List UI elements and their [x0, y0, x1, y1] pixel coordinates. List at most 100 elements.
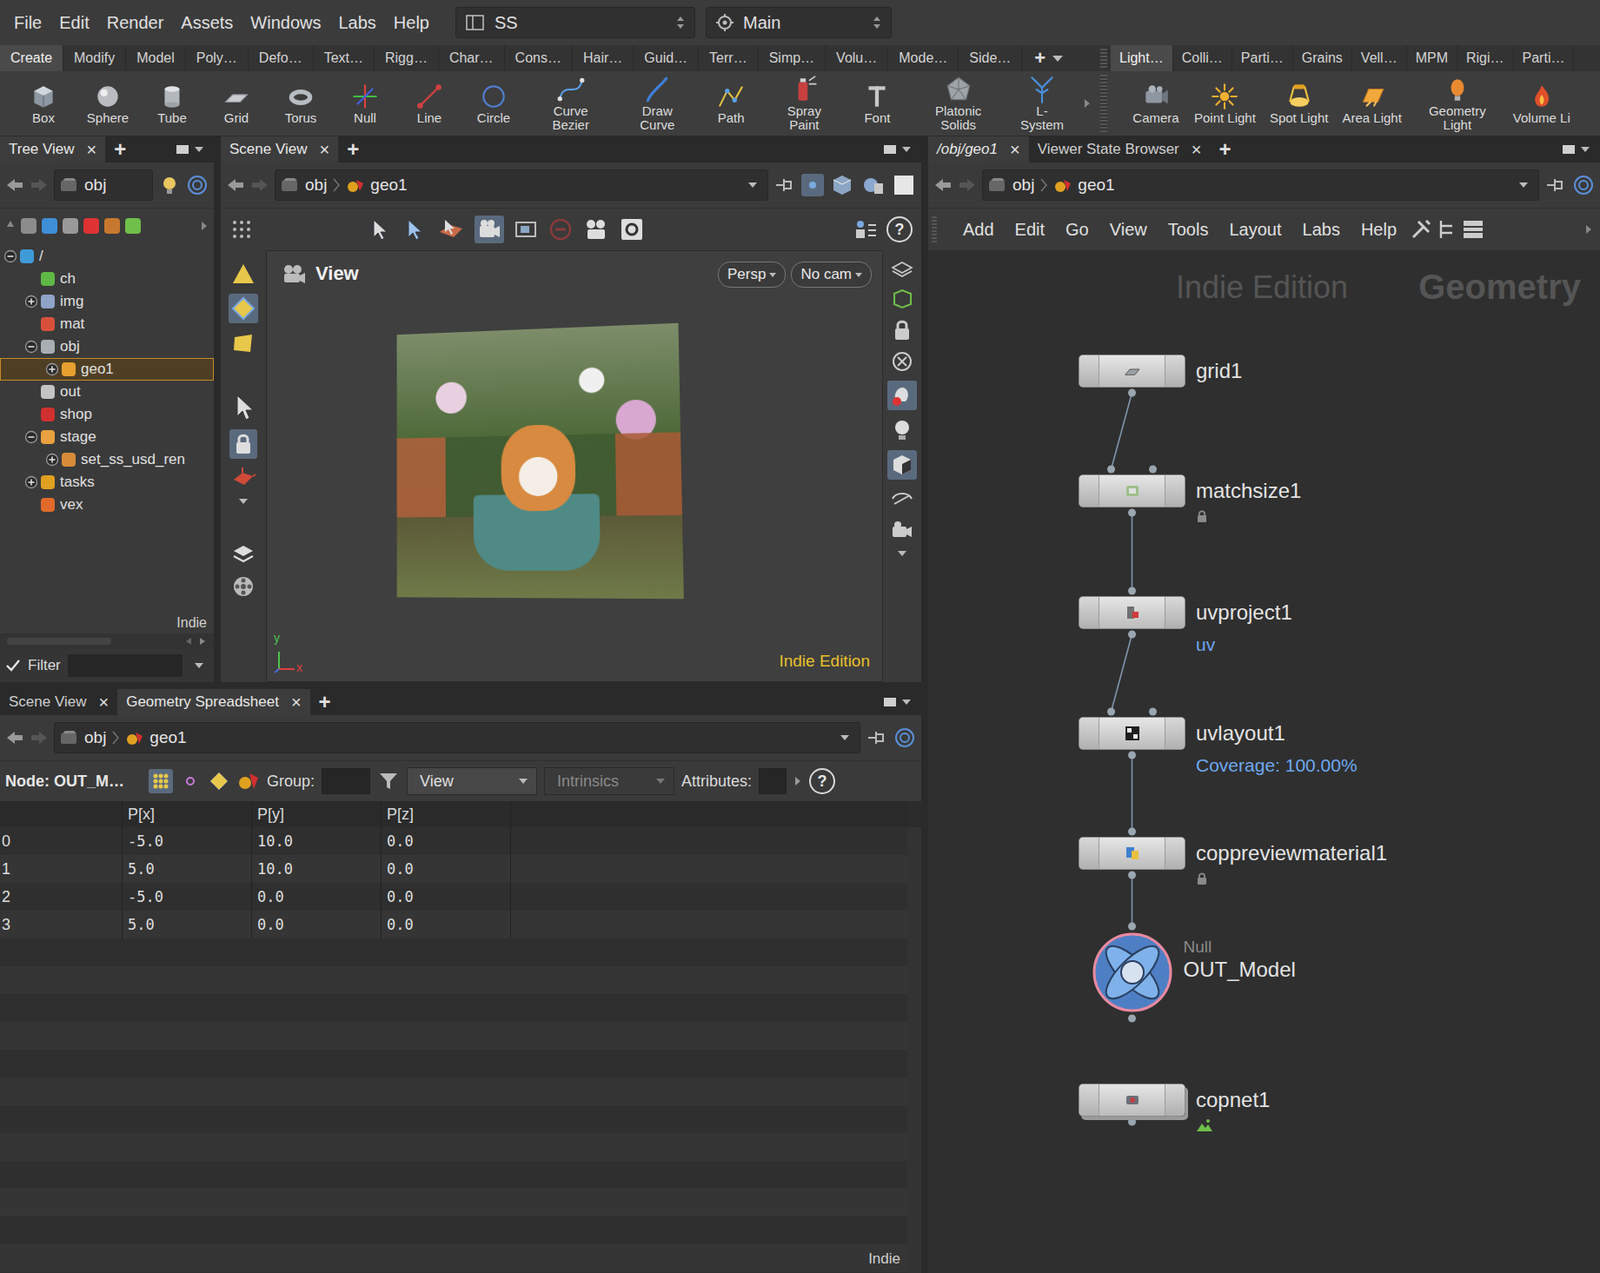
shelf-tab[interactable]: Light…	[1110, 45, 1174, 72]
menu-item[interactable]: Edit	[1006, 219, 1054, 240]
pane-tab[interactable]: Geometry Spreadsheet×	[117, 689, 310, 716]
shelf-tab[interactable]: Cons…	[504, 45, 573, 72]
maximize-icon[interactable]	[882, 696, 897, 709]
column-header[interactable]: P[z]	[381, 801, 512, 828]
horizontal-scrollbar[interactable]	[0, 633, 214, 650]
collapse-icon[interactable]	[24, 430, 39, 445]
input-connector[interactable]	[1148, 708, 1157, 717]
shelf-tool[interactable]: Path	[704, 81, 757, 127]
path-field[interactable]: objgeo1	[53, 722, 861, 754]
add-shelf-button[interactable]: +	[1022, 45, 1053, 72]
lock-camera-icon[interactable]	[890, 318, 914, 343]
lighting-icon[interactable]	[889, 417, 915, 444]
shelf-tab[interactable]: Mode…	[888, 45, 959, 72]
shelf-tool[interactable]: Volume Li	[1511, 81, 1573, 127]
forward-icon[interactable]	[250, 176, 270, 194]
pane-splitter[interactable]	[213, 136, 221, 683]
flipbook-icon[interactable]	[582, 216, 611, 243]
add-tab-button[interactable]: +	[310, 689, 340, 716]
shelf-tool[interactable]: Null	[338, 81, 392, 127]
menu-item[interactable]: File	[5, 13, 51, 34]
shelf-tab[interactable]: Parti…	[1513, 45, 1575, 72]
desktop-selector[interactable]: SS	[455, 6, 696, 39]
input-connector[interactable]	[1128, 587, 1136, 596]
network-node[interactable]: uvproject1uv	[1078, 596, 1293, 656]
shelf-tab[interactable]: Side…	[958, 45, 1023, 72]
settings-icon[interactable]	[618, 216, 645, 243]
shelf-tab[interactable]: Defo…	[248, 45, 314, 72]
expand-toolbar-icon[interactable]	[793, 775, 803, 788]
background-icon[interactable]	[891, 172, 917, 198]
close-tab-button[interactable]: ×	[1009, 139, 1021, 160]
bypass-flag[interactable]	[1079, 837, 1100, 870]
path-field[interactable]: objgeo1	[274, 169, 769, 201]
shelf-tab[interactable]: Model	[126, 45, 186, 72]
node-box[interactable]	[1078, 474, 1186, 508]
pane-menu-icon[interactable]	[194, 146, 204, 153]
path-field[interactable]: objgeo1	[982, 169, 1540, 201]
filter-checkbox[interactable]	[5, 657, 21, 674]
bypass-flag[interactable]	[1079, 717, 1100, 750]
pane-splitter[interactable]	[921, 136, 929, 1273]
pin-icon[interactable]	[1544, 174, 1567, 196]
scroll-right-icon[interactable]	[199, 219, 209, 233]
link-icon[interactable]	[893, 726, 917, 750]
shelf-tool[interactable]: Spray Paint	[769, 74, 839, 133]
shading-icon[interactable]	[860, 172, 887, 198]
filter-icon[interactable]	[104, 218, 120, 234]
menu-item[interactable]: Windows	[241, 13, 330, 34]
shelf-tool[interactable]: Torus	[274, 81, 327, 127]
shelf-tool[interactable]: Curve Bezier	[531, 74, 610, 133]
shelf-tool[interactable]: Box	[17, 81, 70, 127]
tree-item[interactable]: shop	[0, 403, 214, 426]
tree-item[interactable]: obj	[0, 335, 214, 359]
shelf-tool[interactable]: Draw Curve	[621, 74, 693, 133]
viewport[interactable]: ViewPerspNo camyxIndie Edition	[265, 250, 883, 683]
attributes-field[interactable]	[758, 768, 787, 795]
wire[interactable]	[1111, 634, 1133, 712]
select-groups-icon[interactable]	[436, 216, 466, 243]
cube-view-icon[interactable]	[829, 172, 856, 198]
tree-item[interactable]: tasks	[0, 471, 214, 494]
display-flag[interactable]	[1164, 355, 1185, 387]
tree-item[interactable]: img	[0, 290, 214, 313]
bypass-flag[interactable]	[1079, 597, 1100, 629]
column-header[interactable]: P[x]	[122, 801, 253, 828]
output-connector[interactable]	[1128, 1015, 1136, 1023]
shelf-tab[interactable]: Terr…	[698, 45, 759, 72]
visualize-icon[interactable]	[889, 486, 916, 512]
menu-item[interactable]: Help	[1352, 219, 1406, 240]
input-connector[interactable]	[1148, 465, 1157, 474]
shelf-menu-icon[interactable]	[1052, 55, 1063, 62]
shelf-tab[interactable]: Rigi…	[1457, 45, 1514, 72]
wire[interactable]	[1131, 875, 1134, 927]
display-flag[interactable]	[1164, 597, 1185, 629]
geometry-display-icon[interactable]	[889, 286, 915, 312]
shelf-tool[interactable]: Grid	[210, 81, 263, 127]
node-box[interactable]	[1078, 596, 1186, 630]
shelf-tool[interactable]: Camera	[1129, 81, 1182, 127]
tree-layout-icon[interactable]	[1436, 217, 1458, 242]
more-display-icon[interactable]	[897, 551, 907, 557]
shadows-toggle[interactable]	[887, 450, 917, 480]
menu-item[interactable]: Labs	[1294, 219, 1349, 240]
input-connector[interactable]	[1107, 708, 1116, 717]
vertical-scrollbar[interactable]	[907, 827, 922, 1273]
tree-item[interactable]: ch	[0, 267, 214, 291]
forward-icon[interactable]	[29, 176, 49, 194]
column-header[interactable]: P[y]	[252, 801, 382, 828]
transform-icon[interactable]	[230, 465, 257, 492]
output-connector[interactable]	[1128, 509, 1136, 518]
points-toggle[interactable]	[148, 769, 173, 794]
pane-tab[interactable]: Scene View×	[220, 136, 339, 163]
pane-menu-icon[interactable]	[902, 699, 911, 705]
maximize-icon[interactable]	[1561, 143, 1576, 156]
tree-item[interactable]: vex	[0, 493, 214, 517]
grid-menu-icon[interactable]	[229, 217, 254, 242]
network-node[interactable]: uvlayout1Coverage: 100.00%	[1078, 717, 1358, 777]
back-icon[interactable]	[225, 176, 246, 194]
primitives-icon[interactable]	[207, 770, 231, 793]
network-node[interactable]: copnet1	[1078, 1083, 1270, 1133]
shelf-tab[interactable]: Guid…	[633, 45, 699, 72]
wire[interactable]	[1131, 512, 1134, 591]
